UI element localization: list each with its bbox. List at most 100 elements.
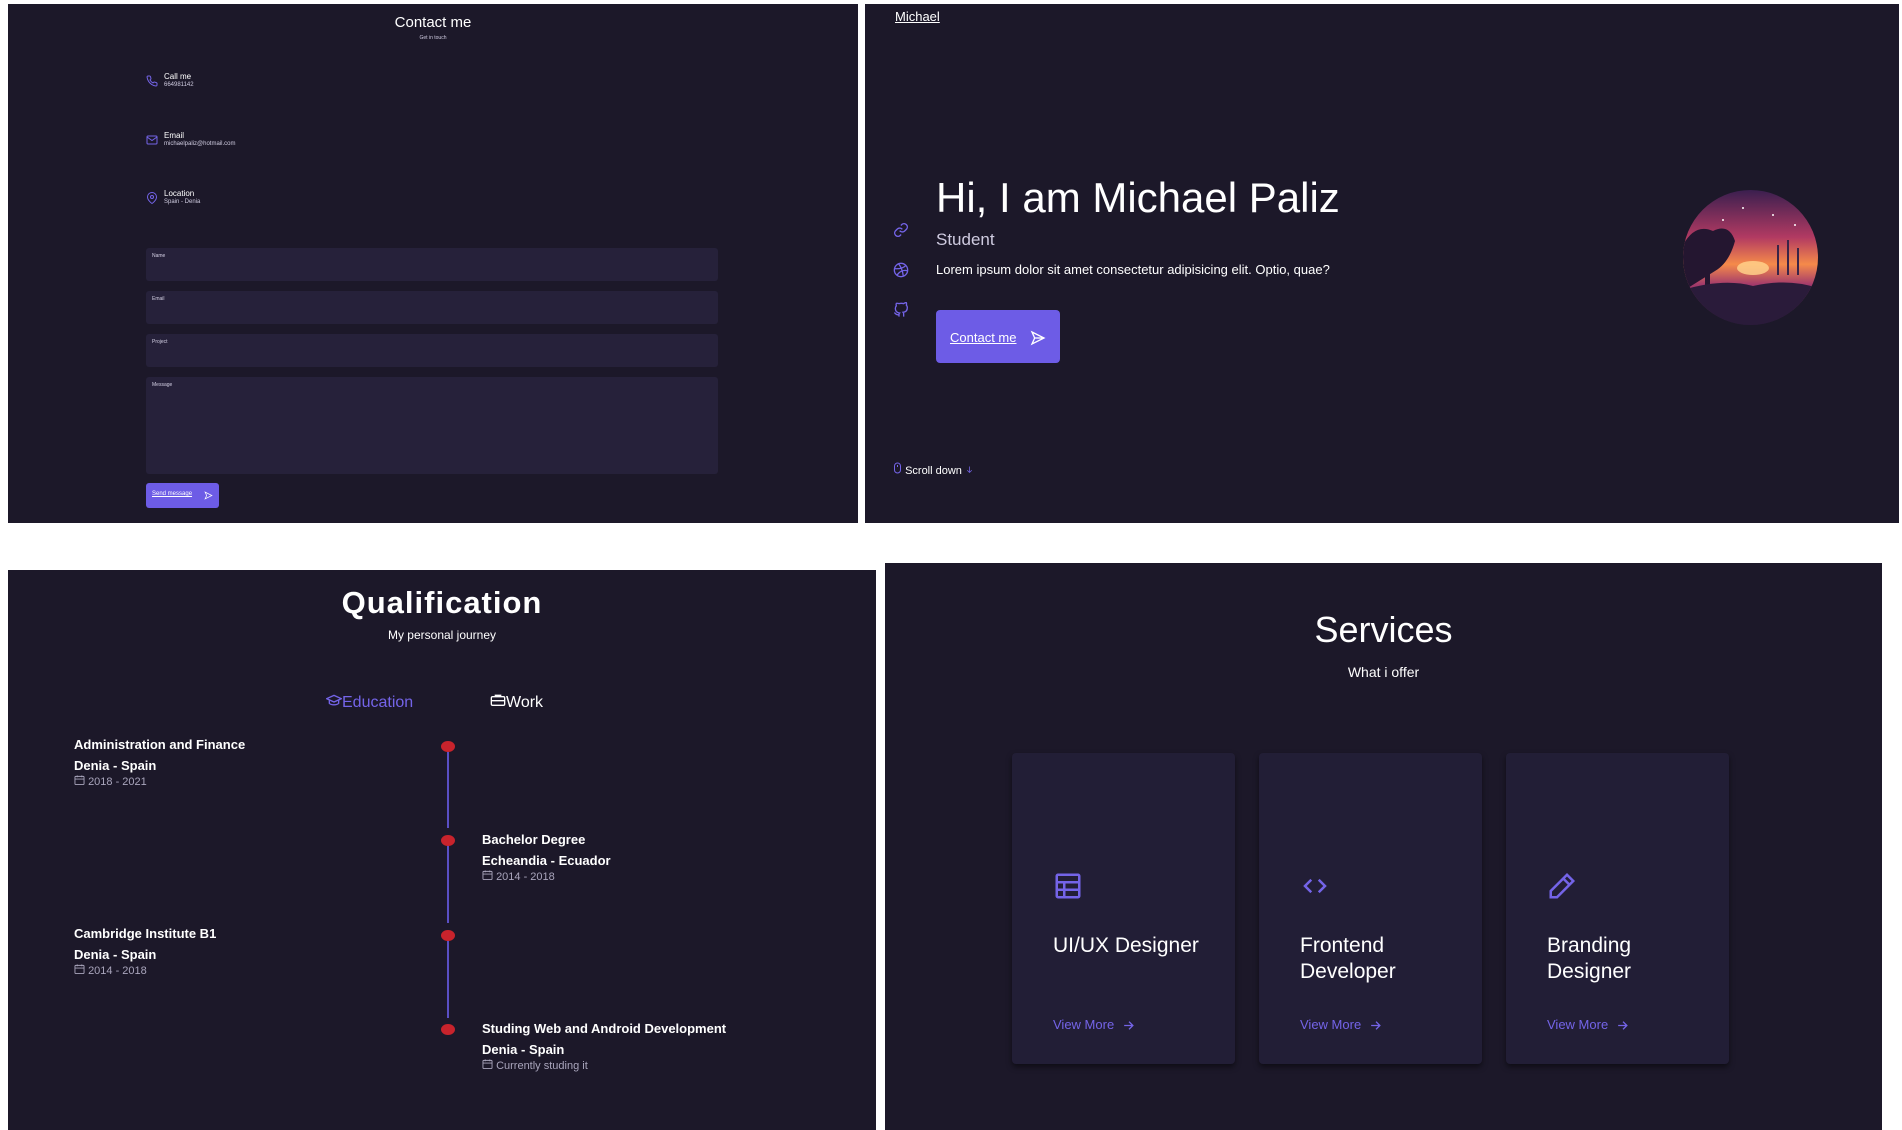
services-title: Services <box>1314 609 1453 650</box>
nav-logo[interactable]: Michael <box>895 9 940 24</box>
email-field[interactable]: Email <box>146 291 718 324</box>
sunset-landscape-image <box>1683 190 1818 325</box>
qualification-item: Studing Web and Android Development Deni… <box>482 1021 726 1072</box>
home-section: Michael Hi, I am Michael Paliz Student L… <box>865 4 1899 523</box>
scroll-down-label: Scroll down <box>905 465 962 477</box>
code-icon <box>1303 878 1327 894</box>
briefcase-icon <box>490 694 506 706</box>
service-card-title: Frontend Developer <box>1300 934 1396 983</box>
services-subtitle: What i offer <box>1347 664 1420 680</box>
qualification-subtitle: My personal journey <box>387 628 497 642</box>
link-icon[interactable] <box>893 222 909 238</box>
view-more-label: View More <box>1053 1017 1115 1032</box>
qualification-item-location: Denia - Spain <box>482 1042 565 1057</box>
view-more-button[interactable]: View More <box>1053 1017 1135 1032</box>
contact-info-value: 664981142 <box>164 82 194 88</box>
view-more-label: View More <box>1547 1017 1609 1032</box>
qualification-item-title: Cambridge Institute B1 <box>74 926 217 941</box>
dates-text: 2014 - 2018 <box>88 965 147 977</box>
email-field-label: Email <box>152 296 165 302</box>
view-more-button[interactable]: View More <box>1547 1017 1629 1032</box>
contact-subtitle: Get in touch <box>419 35 447 41</box>
services-section: Services What i offer UI/UX Designer Vie… <box>885 563 1882 1130</box>
pencil-icon <box>1549 872 1576 899</box>
message-field-label: Message <box>152 382 173 388</box>
contact-info-label: Email <box>164 131 185 140</box>
view-more-label: View More <box>1300 1017 1362 1032</box>
scroll-down-button[interactable]: Scroll down <box>893 462 974 477</box>
calendar-icon <box>482 870 493 880</box>
qualification-item-location: Denia - Spain <box>74 947 157 962</box>
name-field-label: Name <box>152 253 166 259</box>
qualification-item-title: Bachelor Degree <box>482 832 586 847</box>
calendar-icon <box>482 1059 493 1069</box>
timeline-line <box>447 746 449 828</box>
qualification-item-title: Studing Web and Android Development <box>482 1021 727 1036</box>
qualification-item-dates: 2014 - 2018 <box>74 964 216 977</box>
service-card-title: UI/UX Designer <box>1053 934 1199 957</box>
timeline-line <box>447 841 449 923</box>
tab-education[interactable]: Education <box>325 693 414 712</box>
qualification-item: Administration and Finance Denia - Spain… <box>74 737 245 788</box>
qualification-title: Qualification <box>341 585 543 620</box>
contact-me-label: Contact me <box>950 330 1017 345</box>
github-icon[interactable] <box>893 302 909 318</box>
message-textarea[interactable]: Message <box>146 377 718 474</box>
qualification-item-dates: 2014 - 2018 <box>482 870 611 883</box>
calendar-icon <box>74 775 85 785</box>
calendar-icon <box>74 964 85 974</box>
phone-icon <box>146 75 158 87</box>
dates-text: 2014 - 2018 <box>496 871 555 883</box>
qualification-item-title: Administration and Finance <box>74 737 246 752</box>
qualification-item-dates: Currently studing it <box>482 1059 726 1072</box>
project-field-label: Project <box>152 339 168 345</box>
service-card-uiux: UI/UX Designer View More <box>1012 753 1235 1064</box>
hero-description: Lorem ipsum dolor sit amet consectetur a… <box>936 262 1330 277</box>
name-field[interactable]: Name <box>146 248 718 281</box>
project-field[interactable]: Project <box>146 334 718 367</box>
contact-info-value: Spain - Denia <box>164 199 201 205</box>
timeline-dot <box>441 930 455 941</box>
arrow-right-icon <box>1124 1021 1134 1030</box>
arrow-right-icon <box>1371 1021 1381 1030</box>
contact-section: Contact me Get in touch Call me 66498114… <box>8 4 858 523</box>
map-pin-icon <box>146 192 158 204</box>
contact-info-label: Location <box>164 189 195 198</box>
qualification-item-location: Echeandia - Ecuador <box>482 853 611 868</box>
send-icon <box>1030 330 1046 346</box>
contact-info-value: michaelpaliz@hotmail.com <box>164 141 236 147</box>
dates-text: Currently studing it <box>496 1060 588 1072</box>
hero-subtitle: Student <box>936 230 995 249</box>
timeline-dot <box>441 1024 455 1035</box>
arrow-down-icon <box>966 466 972 474</box>
contact-title: Contact me <box>394 14 472 31</box>
qualification-item-dates: 2018 - 2021 <box>74 775 245 788</box>
layout-icon <box>1055 873 1081 899</box>
send-message-button[interactable]: Send message <box>146 483 219 508</box>
contact-info-label: Call me <box>164 72 192 81</box>
mail-icon <box>146 135 158 145</box>
tab-work-label: Work <box>506 694 544 711</box>
tab-work[interactable]: Work <box>490 693 543 712</box>
service-card-title: Branding Designer <box>1547 934 1632 983</box>
tab-education-label: Education <box>342 694 414 711</box>
contact-me-button[interactable]: Contact me <box>936 310 1060 363</box>
dates-text: 2018 - 2021 <box>88 776 147 788</box>
send-icon <box>204 491 213 500</box>
graduation-cap-icon <box>325 694 343 706</box>
hero-title: Hi, I am Michael Paliz <box>936 174 1340 221</box>
timeline-dot <box>441 741 455 752</box>
dribbble-icon[interactable] <box>893 262 909 278</box>
timeline-line <box>447 936 449 1018</box>
arrow-right-icon <box>1618 1021 1628 1030</box>
qualification-item: Bachelor Degree Echeandia - Ecuador 2014… <box>482 832 611 883</box>
timeline-dot <box>441 835 455 846</box>
qualification-item: Cambridge Institute B1 Denia - Spain 201… <box>74 926 216 977</box>
send-message-label: Send message <box>152 491 193 497</box>
mouse-icon <box>894 462 901 474</box>
view-more-button[interactable]: View More <box>1300 1017 1382 1032</box>
profile-avatar <box>1683 190 1818 325</box>
qualification-section: Qualification My personal journey Educat… <box>8 570 876 1130</box>
qualification-item-location: Denia - Spain <box>74 758 157 773</box>
service-card-frontend: Frontend Developer View More <box>1259 753 1482 1064</box>
